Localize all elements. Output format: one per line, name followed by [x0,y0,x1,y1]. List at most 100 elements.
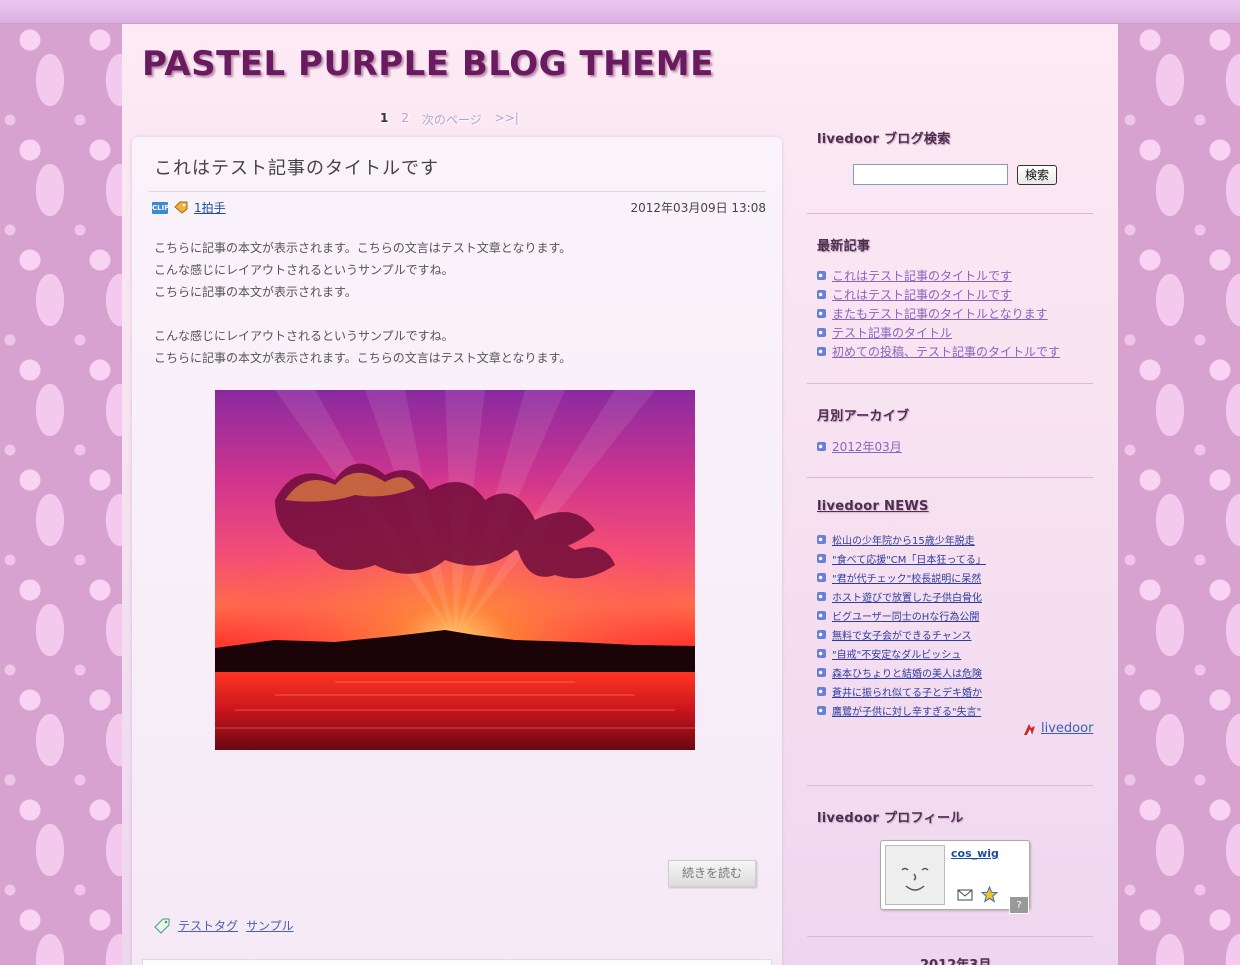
body-line: こちらに記事の本文が表示されます。こちらの文言はテスト文章となります。 [154,351,572,365]
article-tags: テストタグ サンプル [154,917,294,934]
list-item: "君が代チェック"校長説明に呆然 [817,568,986,587]
profile-name-link[interactable]: cos_wig [951,847,999,860]
news-link[interactable]: ビグユーザー同士のHな行為公開 [832,608,979,623]
tag-link[interactable]: サンプル [246,917,294,934]
bullet-icon [817,592,826,601]
article-footer-box [142,959,772,965]
recent-link[interactable]: これはテスト記事のタイトルです [832,286,1012,303]
article-date: 2012年03月09日 13:08 [630,201,766,215]
livedoor-source: livedoor [1022,721,1093,736]
news-link[interactable]: 無料で女子会ができるチャンス [832,627,972,642]
news-link[interactable]: "自戒"不安定なダルビッシュ [832,646,961,661]
news-link[interactable]: 松山の少年院から15歳少年脱走 [832,532,975,547]
mail-icon[interactable] [957,889,973,901]
recent-link[interactable]: これはテスト記事のタイトルです [832,267,1012,284]
clip-icon[interactable]: CLIP [152,201,169,214]
list-item: これはテスト記事のタイトルです [817,285,1060,304]
news-list: 松山の少年院から15歳少年脱走 "食べて応援"CM「日本狂ってる」 "君が代チェ… [817,530,986,720]
divider [807,213,1093,214]
site-title[interactable]: PASTEL PURPLE BLOG THEME [142,44,714,84]
bullet-icon [817,630,826,639]
bullet-icon [817,442,826,451]
list-item: ビグユーザー同士のHな行為公開 [817,606,986,625]
list-item: 2012年03月 [817,437,902,456]
bullet-icon [817,611,826,620]
news-link[interactable]: ホスト遊びで放置した子供白骨化 [832,589,982,604]
bullet-icon [817,328,826,337]
search-input[interactable] [853,164,1008,185]
bullet-icon [817,668,826,677]
bullet-icon [817,649,826,658]
recent-link[interactable]: テスト記事のタイトル [832,324,952,341]
recent-link[interactable]: またもテスト記事のタイトルとなります [832,305,1048,322]
list-item: "自戒"不安定なダルビッシュ [817,644,986,663]
livedoor-link[interactable]: livedoor [1041,721,1093,736]
recent-list: これはテスト記事のタイトルです これはテスト記事のタイトルです またもテスト記事… [817,266,1060,361]
divider [807,785,1093,786]
page-container: PASTEL PURPLE BLOG THEME 1 2 次のページ >>| こ… [122,24,1118,965]
clap-link[interactable]: 1拍手 [194,199,226,216]
pager: 1 2 次のページ >>| [380,111,519,128]
profile-widget-title: livedoor プロフィール [817,811,964,826]
profile-card: cos_wig ? [880,840,1030,914]
body-line: こんな感じにレイアウトされるというサンプルですね。 [154,263,454,277]
list-item: 初めての投稿、テスト記事のタイトルです [817,342,1060,361]
pager-next[interactable]: 次のページ [422,111,482,128]
body-line: こちらに記事の本文が表示されます。 [154,285,357,299]
news-widget-title[interactable]: livedoor NEWS [817,499,929,514]
divider [807,936,1093,937]
news-link[interactable]: "食べて応援"CM「日本狂ってる」 [832,551,986,566]
pager-current: 1 [380,111,389,125]
news-link[interactable]: 鷹鷺が子供に対し辛すぎる"失言" [832,703,981,718]
divider [807,477,1093,478]
sunset-photo [215,390,695,750]
help-icon[interactable]: ? [1009,896,1029,914]
search-button[interactable]: 検索 [1017,165,1057,185]
tag-icon [154,918,170,934]
body-line [154,303,754,325]
article-card: これはテスト記事のタイトルです CLIP 1拍手 2012年03月09日 13:… [132,137,782,965]
pager-last[interactable]: >>| [495,111,519,128]
news-link[interactable]: 蒼井に振られ似てる子とデキ婚か [832,684,982,699]
avatar[interactable] [885,845,945,905]
recent-link[interactable]: 初めての投稿、テスト記事のタイトルです [832,343,1060,360]
divider [807,383,1093,384]
bullet-icon [817,535,826,544]
title-divider [148,191,766,192]
archive-link[interactable]: 2012年03月 [832,438,902,455]
article-title[interactable]: これはテスト記事のタイトルです [154,154,439,180]
news-link[interactable]: "君が代チェック"校長説明に呆然 [832,570,981,585]
list-item: 松山の少年院から15歳少年脱走 [817,530,986,549]
body-line: こちらに記事の本文が表示されます。こちらの文言はテスト文章となります。 [154,241,572,255]
article-meta: CLIP 1拍手 [152,199,226,216]
top-bar [0,0,1240,24]
list-item: これはテスト記事のタイトルです [817,266,1060,285]
livedoor-logo-icon [1024,723,1035,735]
bullet-icon [817,290,826,299]
star-icon[interactable] [981,886,998,903]
list-item: またもテスト記事のタイトルとなります [817,304,1060,323]
list-item: 森本ひちょりと結婚の美人は危険 [817,663,986,682]
bullet-icon [817,554,826,563]
list-item: 無料で女子会ができるチャンス [817,625,986,644]
bullet-icon [817,347,826,356]
tag-link[interactable]: テストタグ [178,917,238,934]
body-line: こんな感じにレイアウトされるというサンプルですね。 [154,329,454,343]
read-more-button[interactable]: 続きを読む [668,860,756,887]
list-item: "食べて応援"CM「日本狂ってる」 [817,549,986,568]
bullet-icon [817,706,826,715]
bullet-icon [817,687,826,696]
bullet-icon [817,309,826,318]
archive-widget-title: 月別アーカイブ [817,409,910,424]
bullet-icon [817,573,826,582]
calendar-title: 2012年3月 [920,954,991,965]
list-item: 蒼井に振られ似てる子とデキ婚か [817,682,986,701]
list-item: 鷹鷺が子供に対し辛すぎる"失言" [817,701,986,720]
archive-list: 2012年03月 [817,437,902,456]
article-body: こちらに記事の本文が表示されます。こちらの文言はテスト文章となります。 こんな感… [154,237,754,369]
list-item: テスト記事のタイトル [817,323,1060,342]
news-link[interactable]: 森本ひちょりと結婚の美人は危険 [832,665,982,680]
search-widget-title: livedoor ブログ検索 [817,132,951,147]
sidebar: livedoor ブログ検索 検索 最新記事 これはテスト記事のタイトルです こ… [807,24,1093,965]
pager-page-2[interactable]: 2 [401,111,409,128]
